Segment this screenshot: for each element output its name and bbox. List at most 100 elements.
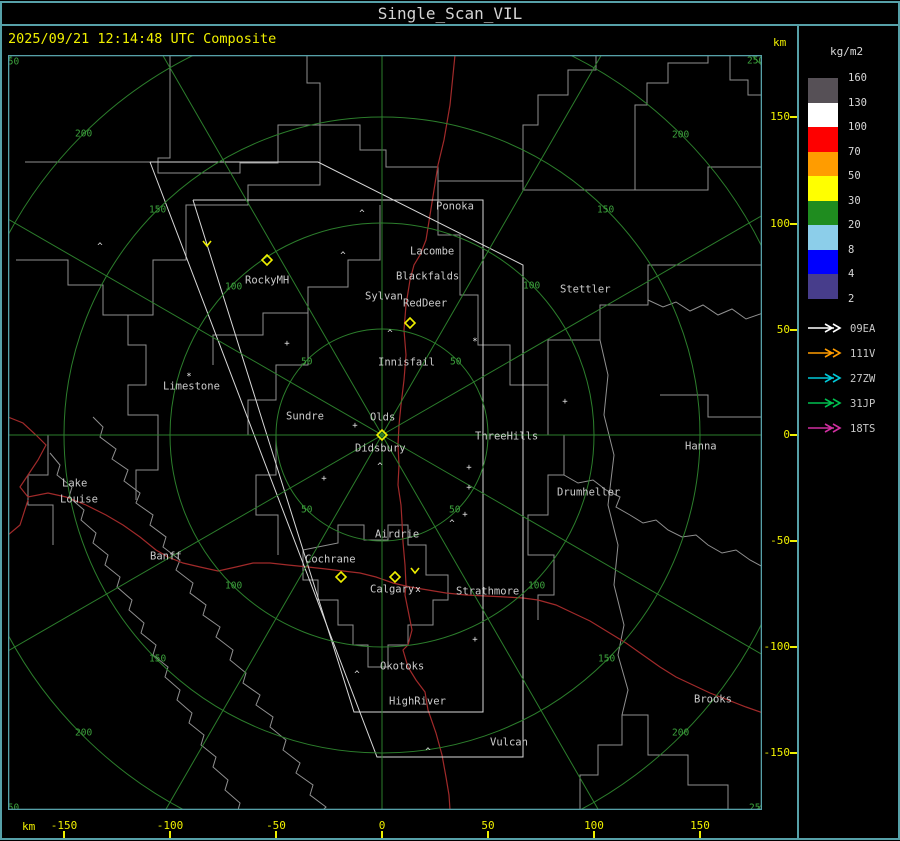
scan-area-outline [149,161,524,758]
town-marker: + [352,421,358,431]
town-marker: + [562,397,568,407]
town-marker: * [472,337,477,347]
city-label: RockyMH [245,275,289,287]
right-axis-tick [790,329,797,331]
town-marker: ^ [359,209,365,219]
city-label: Airdrie [375,529,419,541]
colorbar-value: 160 [848,72,867,84]
radar-site-marker [334,570,348,584]
vector-id-label: 31JP [850,398,875,410]
city-label: Ponoka [436,201,474,213]
right-axis-label: 100 [770,217,790,230]
city-label: Louise [60,494,98,506]
window-top-border [0,1,900,3]
colorbar-value: 100 [848,121,867,133]
city-label: HighRiver [389,696,446,708]
colorbar-title: kg/m2 [830,45,864,58]
town-marker: + [472,635,478,645]
town-marker: + [466,483,472,493]
county-line [302,524,449,668]
vector-arrow-head [832,323,842,333]
town-marker: + [462,510,468,520]
city-label: Sundre [286,411,324,423]
town-marker: ^ [340,251,346,261]
town-marker: ^ [387,329,393,339]
right-axis-tick [790,434,797,436]
town-marker: ^ [97,242,103,252]
ring-distance-label: 50 [301,505,313,516]
ring-distance-label: 150 [598,654,615,665]
city-label: Hanna [685,441,717,453]
bottom-axis-tick [169,831,171,838]
right-axis-unit-label: km [773,36,787,49]
town-marker: + [466,463,472,473]
county-line [579,339,629,810]
vector-arrow-head [832,348,842,358]
bottom-axis-tick [487,831,489,838]
right-axis-tick [790,752,797,754]
colorbar-block [808,274,838,299]
ring-distance-label: 200 [75,129,92,140]
colorbar-block [808,102,838,127]
vector-id-label: 27ZW [850,373,876,385]
bottom-axis-tick [63,831,65,838]
titlebar-divider [0,24,900,26]
right-axis-label: -100 [763,640,791,653]
city-label: Lake [62,478,87,490]
colorbar-block [808,78,838,103]
right-axis-label: -150 [763,746,791,759]
radar-site-marker [403,316,417,330]
city-label: Olds [370,412,395,424]
wind-chevron-marker [410,567,420,575]
vector-id-label: 111V [850,348,876,360]
timestamp: 2025/09/21 12:14:48 UTC Composite [8,31,277,47]
ring-distance-label: 150 [597,205,614,216]
vector-id-label: 18TS [850,423,875,435]
city-label: Limestone [163,381,220,393]
county-line [8,434,54,545]
vector-legend: 09EA 111V 27ZW 31JP 18TS [808,323,876,435]
colorbar-value: 8 [848,243,855,256]
city-label: Banff [150,551,182,563]
ring-distance-label: 200 [672,728,689,739]
city-label: Stettler [560,284,611,296]
town-marker: ^ [425,747,431,757]
ring-distance-label: 150 [149,205,166,216]
colorbar-value: 30 [848,194,861,207]
city-label: Brooks [694,694,732,706]
colorbar-block [808,225,838,250]
ring-distance-label: 250 [8,57,19,68]
radial-line [164,434,383,810]
ring-distance-label: 50 [449,505,461,516]
ring-distance-label: 200 [672,130,689,141]
ring-distance-label: 100 [225,581,242,592]
city-label: Didsbury [355,443,406,455]
window-left-border [0,1,2,840]
ring-distance-label: 250 [747,56,762,67]
ring-distance-label: 100 [528,581,545,592]
colorbar-block [808,151,838,176]
road-line [8,499,29,536]
county-line [635,166,762,191]
city-label: Lacombe [410,246,454,258]
radar-site-marker [388,570,402,584]
city-label: Okotoks [380,661,424,673]
right-axis-label: 150 [770,110,790,123]
vector-arrow-head [832,398,842,408]
town-marker: ^ [354,670,360,680]
colorbar-value: 4 [848,268,855,280]
colorbar-value: 70 [848,145,861,158]
right-axis-tick [790,223,797,225]
bottom-axis-tick [381,831,383,838]
right-axis-tick [790,646,797,648]
city-label: Strathmore [456,586,519,598]
town-marker: ^ [449,519,455,529]
city-label: Blackfalds [396,271,459,283]
right-axis-tick [790,116,797,118]
county-line [647,299,762,320]
colorbar-value: 130 [848,96,867,109]
town-marker: * [186,372,191,382]
colorbar-block [808,200,838,225]
town-marker: x [415,585,421,595]
town-marker: + [321,474,327,484]
